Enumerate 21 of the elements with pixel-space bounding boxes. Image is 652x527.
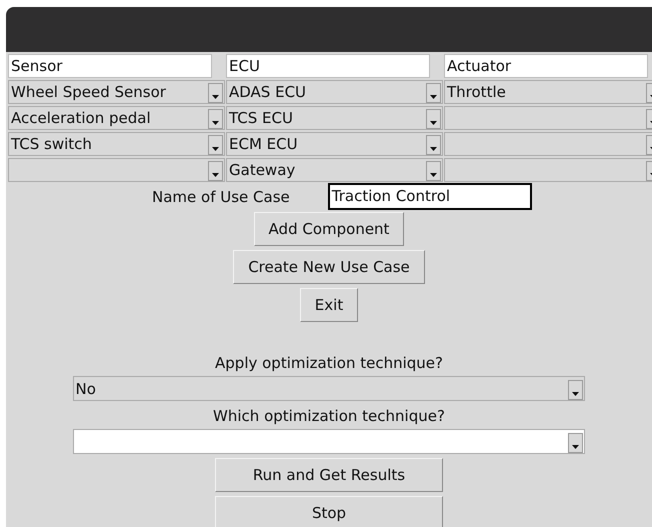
exit-button[interactable]: Exit xyxy=(300,288,358,322)
component-dropdown[interactable]: TCS ECU xyxy=(226,106,443,130)
component-dropdown[interactable]: Throttle xyxy=(444,80,652,104)
column-header-field[interactable]: Sensor xyxy=(8,54,212,78)
run-button[interactable]: Run and Get Results xyxy=(215,458,443,492)
component-dropdown[interactable]: Wheel Speed Sensor xyxy=(8,80,225,104)
create-use-case-button[interactable]: Create New Use Case xyxy=(233,250,425,284)
question-label: Apply optimization technique? xyxy=(215,353,443,374)
add-component-button[interactable]: Add Component xyxy=(254,212,404,246)
question-label: Which optimization technique? xyxy=(213,406,445,427)
use-case-field[interactable]: Traction Control xyxy=(328,183,532,210)
column-header-field[interactable]: Actuator xyxy=(444,54,648,78)
option-dropdown[interactable]: No xyxy=(72,376,584,401)
stop-button[interactable]: Stop xyxy=(215,496,443,527)
use-case-label: Name of Use Case xyxy=(152,186,290,208)
component-dropdown[interactable]: Acceleration pedal xyxy=(8,106,225,130)
component-dropdown[interactable]: TCS switch xyxy=(8,132,225,156)
component-dropdown[interactable]: ECM ECU xyxy=(226,132,443,156)
component-dropdown[interactable]: Gateway xyxy=(226,158,443,182)
component-dropdown[interactable]: ADAS ECU xyxy=(226,80,443,104)
column-header-field[interactable]: ECU xyxy=(226,54,430,78)
